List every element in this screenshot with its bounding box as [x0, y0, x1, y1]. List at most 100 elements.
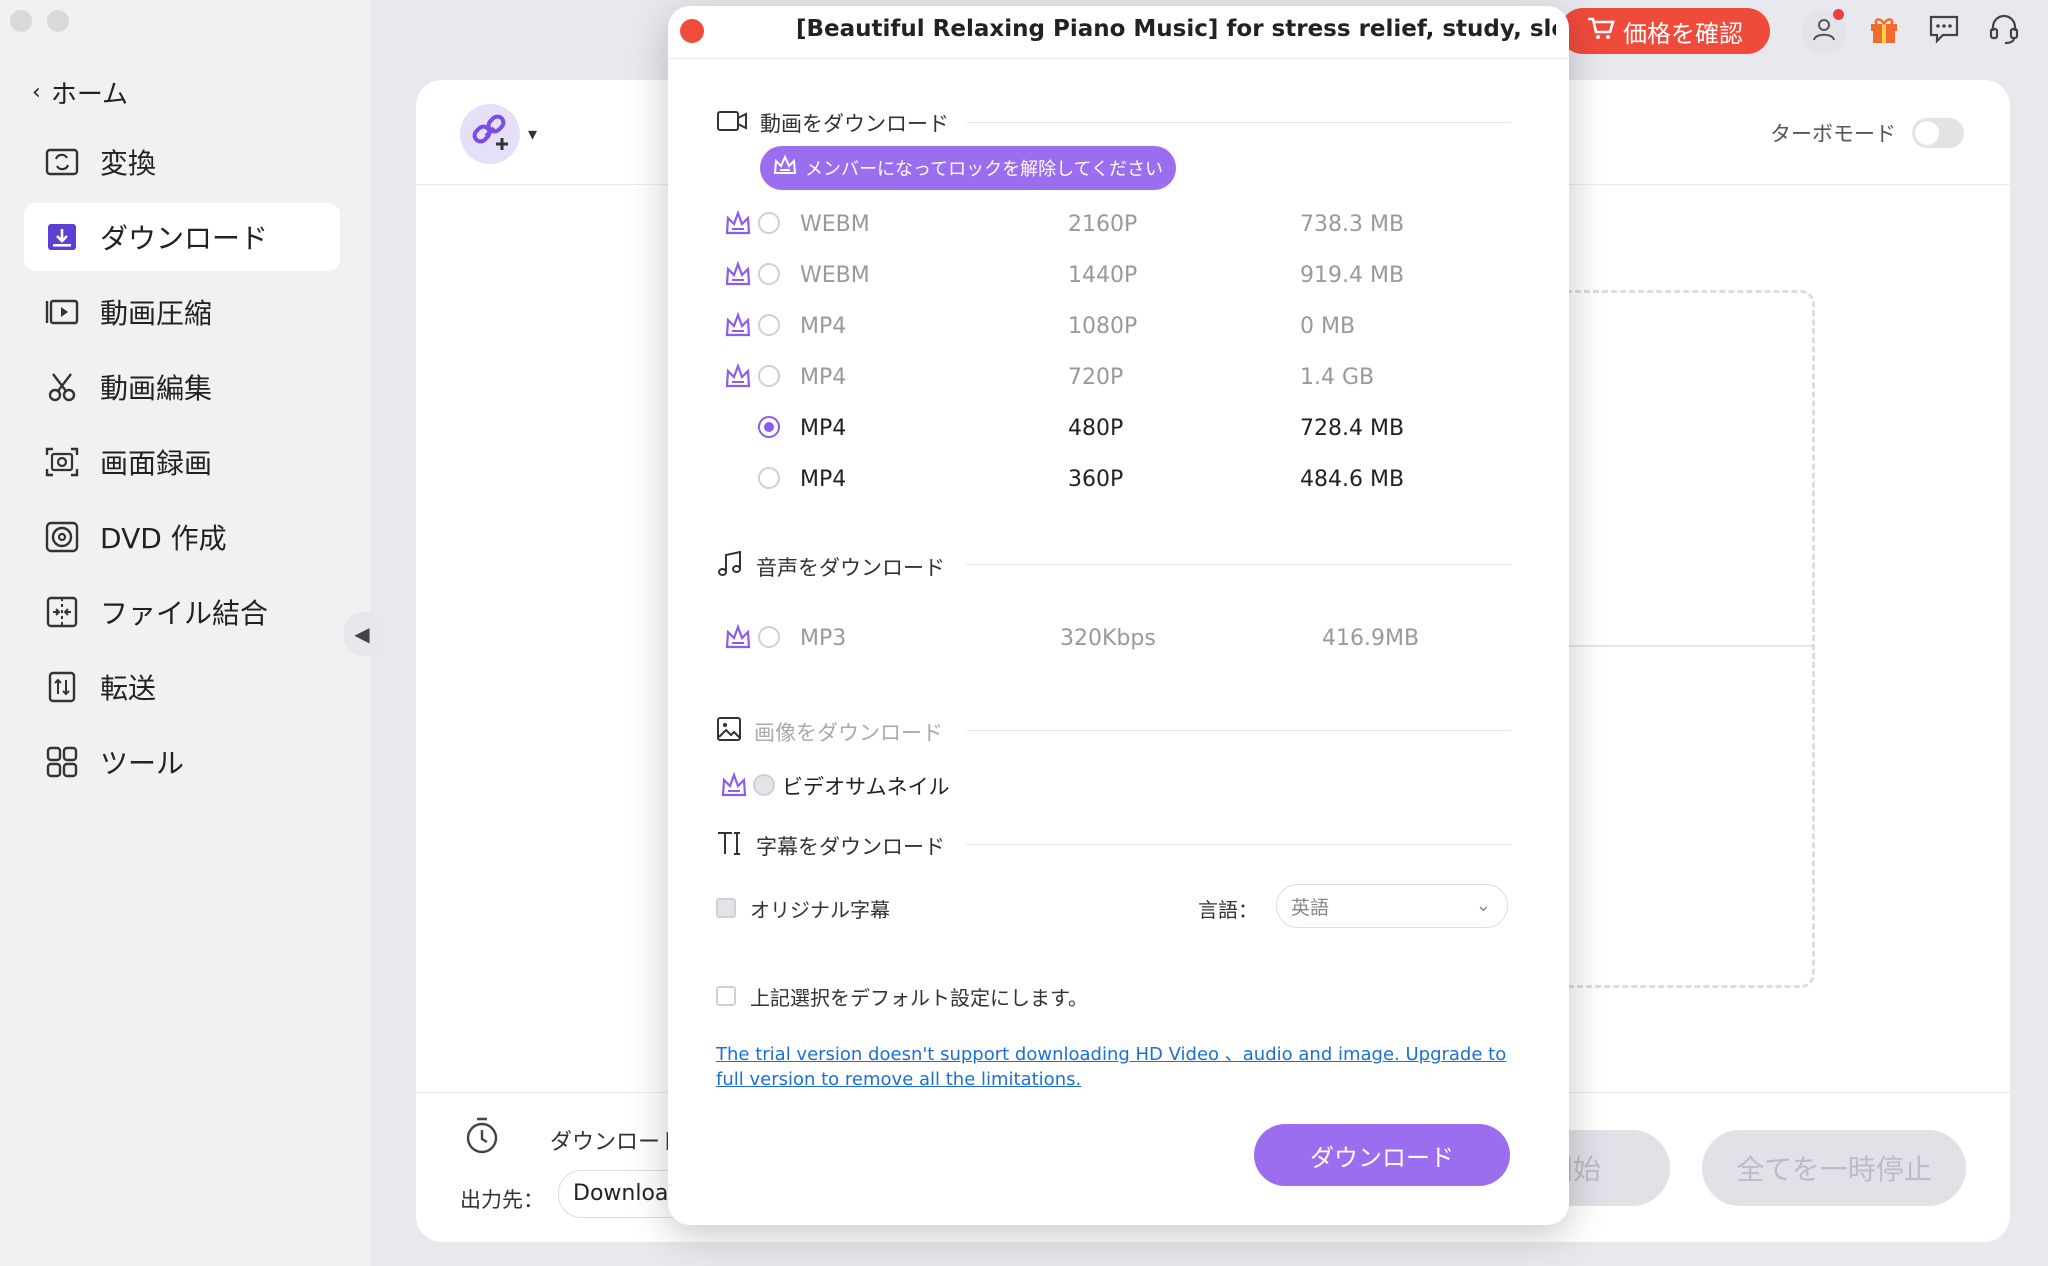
- option-radio[interactable]: [753, 774, 775, 796]
- sidebar-item-edit[interactable]: 動画編集: [24, 353, 340, 421]
- sidebar-item-compress[interactable]: 動画圧縮: [24, 278, 340, 346]
- audio-section-title: 音声をダウンロード: [756, 555, 945, 580]
- tools-icon: [44, 744, 80, 780]
- window-minimize-button[interactable]: [47, 10, 69, 32]
- option-radio[interactable]: [758, 626, 780, 648]
- resolution-label: 2160P: [1068, 211, 1138, 237]
- sidebar-item-label: 変換: [100, 147, 157, 180]
- top-right-toolbar: 価格を確認: [1560, 8, 2026, 54]
- format-label: MP4: [800, 466, 847, 492]
- support-button[interactable]: [1982, 9, 2026, 53]
- convert-icon: [44, 144, 80, 180]
- option-radio[interactable]: [758, 314, 780, 336]
- account-button[interactable]: [1802, 9, 1846, 53]
- option-radio[interactable]: [758, 263, 780, 285]
- size-label: 738.3 MB: [1300, 211, 1405, 237]
- video-option-row[interactable]: MP4 720P 1.4 GB: [668, 357, 1569, 397]
- timer-icon[interactable]: [464, 1116, 500, 1160]
- original-subtitle-checkbox[interactable]: [716, 898, 736, 918]
- sidebar-item-dvd[interactable]: DVD 作成: [24, 503, 340, 571]
- sidebar-item-label: 動画圧縮: [100, 297, 213, 330]
- sidebar-item-tools[interactable]: ツール: [24, 728, 340, 796]
- drop-zone[interactable]: [1566, 290, 1815, 988]
- format-label: WEBM: [800, 211, 870, 237]
- window-close-button[interactable]: [10, 10, 32, 32]
- image-icon: [716, 716, 742, 747]
- bitrate-label: 320Kbps: [1060, 625, 1156, 651]
- section-divider: [966, 122, 1511, 123]
- sidebar-item-convert[interactable]: 変換: [24, 128, 340, 196]
- sidebar-item-screen-record[interactable]: 画面録画: [24, 428, 340, 496]
- video-option-row[interactable]: MP4 360P 484.6 MB: [668, 459, 1569, 499]
- section-divider: [966, 844, 1511, 845]
- format-label: MP4: [800, 313, 847, 339]
- sidebar-item-transfer[interactable]: 転送: [24, 653, 340, 721]
- member-unlock-label: メンバーになってロックを解除してください: [804, 159, 1164, 180]
- sidebar-collapse-button[interactable]: ◀: [344, 612, 380, 656]
- crown-icon: [773, 154, 797, 182]
- language-select[interactable]: 英語 ⌄: [1276, 884, 1508, 928]
- crown-icon: [724, 623, 752, 652]
- video-option-row[interactable]: MP4 1080P 0 MB: [668, 306, 1569, 346]
- dialog-close-button[interactable]: [680, 19, 704, 43]
- format-label: MP3: [800, 625, 847, 651]
- sidebar-item-merge[interactable]: ファイル結合: [24, 578, 340, 646]
- audio-option-row[interactable]: MP3 320Kbps 416.9MB: [668, 618, 1569, 658]
- image-section-header: 画像をダウンロード: [716, 716, 943, 747]
- turbo-toggle[interactable]: [1912, 118, 1964, 148]
- option-radio[interactable]: [758, 467, 780, 489]
- turbo-mode: ターボモード: [1770, 118, 1964, 148]
- resolution-label: 720P: [1068, 364, 1124, 390]
- compress-icon: [44, 294, 80, 330]
- sidebar-item-label: ダウンロード: [100, 222, 269, 255]
- check-price-button[interactable]: 価格を確認: [1560, 8, 1770, 54]
- dvd-icon: [44, 519, 80, 555]
- cart-icon: [1587, 16, 1615, 46]
- video-option-row[interactable]: WEBM 1440P 919.4 MB: [668, 255, 1569, 295]
- size-label: 1.4 GB: [1300, 364, 1375, 390]
- download-button[interactable]: ダウンロード: [1254, 1124, 1510, 1186]
- sidebar-nav: 変換 ダウンロード 動画圧縮 動画編集 画面録画 DVD 作成 ファイル結合 転…: [24, 128, 340, 803]
- format-label: WEBM: [800, 262, 870, 288]
- section-divider: [966, 730, 1511, 731]
- default-setting-checkbox[interactable]: [716, 986, 736, 1006]
- size-label: 728.4 MB: [1300, 415, 1405, 441]
- user-icon: [1811, 16, 1837, 46]
- gift-button[interactable]: [1862, 9, 1906, 53]
- crown-icon: [724, 311, 752, 340]
- size-label: 0 MB: [1300, 313, 1356, 339]
- window-controls: [10, 10, 69, 32]
- sidebar-item-download[interactable]: ダウンロード: [24, 203, 340, 271]
- video-option-row[interactable]: MP4 480P 728.4 MB: [668, 408, 1569, 448]
- add-url-button[interactable]: [460, 104, 520, 164]
- chevron-left-icon: ◀: [354, 622, 370, 646]
- chevron-down-icon[interactable]: ▾: [528, 124, 537, 145]
- gift-icon: [1868, 13, 1900, 49]
- image-section-title: 画像をダウンロード: [754, 720, 943, 745]
- option-radio-selected[interactable]: [758, 416, 780, 438]
- option-radio[interactable]: [758, 365, 780, 387]
- link-add-icon: [468, 110, 512, 158]
- music-note-icon: [716, 550, 744, 583]
- default-setting-label: 上記選択をデフォルト設定にします。: [750, 986, 1088, 1010]
- turbo-label: ターボモード: [1770, 122, 1896, 146]
- upgrade-link[interactable]: The trial version doesn't support downlo…: [716, 1042, 1516, 1092]
- format-label: MP4: [800, 415, 847, 441]
- thumbnail-option-row[interactable]: ビデオサムネイル: [668, 766, 1569, 806]
- video-option-row[interactable]: WEBM 2160P 738.3 MB: [668, 204, 1569, 244]
- home-link[interactable]: ‹ ホーム: [32, 74, 128, 111]
- feedback-button[interactable]: [1922, 9, 1966, 53]
- bottom-download-label: ダウンロード: [550, 1130, 683, 1155]
- sidebar-item-label: 転送: [100, 672, 157, 705]
- subtitle-section-header: 字幕をダウンロード: [716, 830, 945, 861]
- resolution-label: 360P: [1068, 466, 1124, 492]
- member-unlock-button[interactable]: メンバーになってロックを解除してください: [760, 146, 1176, 190]
- audio-section-header: 音声をダウンロード: [716, 550, 945, 583]
- pause-all-button[interactable]: 全てを一時停止: [1702, 1130, 1966, 1206]
- chat-icon: [1928, 14, 1960, 48]
- headset-icon: [1988, 13, 2020, 49]
- crown-icon: [720, 771, 748, 800]
- check-price-label: 価格を確認: [1623, 19, 1743, 48]
- notification-dot: [1833, 9, 1844, 20]
- option-radio[interactable]: [758, 212, 780, 234]
